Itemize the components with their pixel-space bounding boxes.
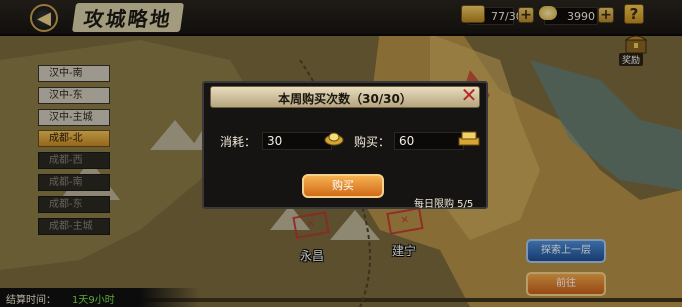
gold-bars-icon: [458, 131, 480, 146]
daily-limit-text: 每日限购 5/5: [414, 199, 474, 210]
buy-amount-value: 60: [399, 134, 415, 148]
dialog-title: 本周购买次数（30/30）: [278, 92, 412, 106]
cost-label: 消耗：: [220, 135, 257, 149]
purchase-dialog: 本周购买次数（30/30） ✕ 消耗： 30 购买： 60 购买 每日限购 5/…: [202, 81, 488, 210]
buy-button[interactable]: 购买: [302, 174, 384, 198]
buy-amount-field: 60: [394, 132, 464, 150]
close-icon: ✕: [460, 83, 478, 107]
cost-value: 30: [267, 134, 283, 148]
buy-amount-label: 购买：: [354, 135, 391, 149]
cost-field: 30: [262, 132, 332, 150]
close-button[interactable]: ✕: [458, 85, 480, 105]
gold-ingot-icon: [324, 132, 344, 146]
dialog-header: 本周购买次数（30/30）: [210, 86, 480, 108]
